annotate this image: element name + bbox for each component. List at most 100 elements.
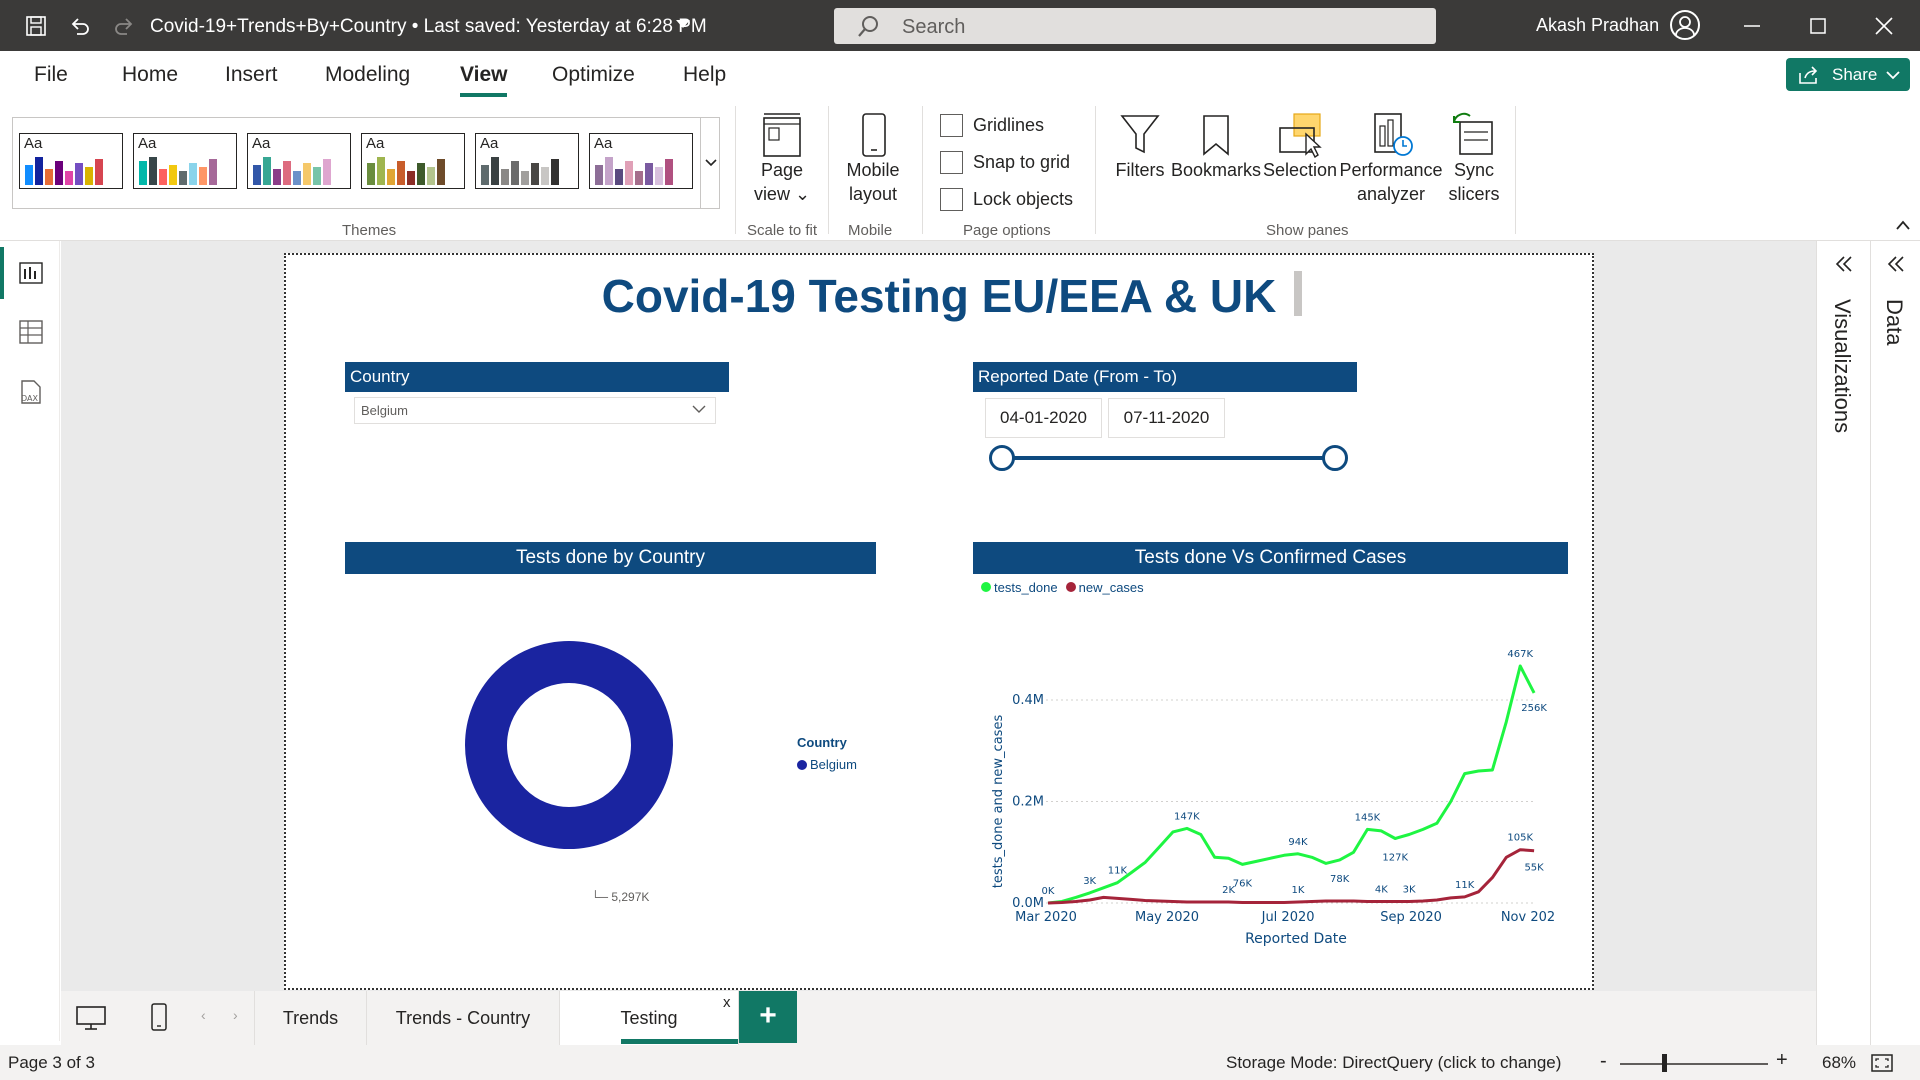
ribbon: Aa Aa Aa Aa Aa Aa Themes Page view ⌄ Sca… [0, 100, 1920, 241]
performance-analyzer-button[interactable]: Performance analyzer [1338, 112, 1444, 206]
zoom-out-button[interactable]: - [1600, 1050, 1607, 1073]
tab-help[interactable]: Help [683, 63, 726, 87]
filters-label: Filters [1115, 160, 1165, 180]
page-options-group-label: Page options [963, 222, 1051, 239]
selection-button[interactable]: Selection [1262, 112, 1338, 182]
x-tick-label: Mar 2020 [1015, 910, 1077, 925]
data-label: 0K [1042, 886, 1055, 897]
legend-item-new-cases[interactable]: new_cases [1065, 580, 1144, 595]
legend-dot [981, 582, 991, 592]
data-label: 11K [1455, 880, 1475, 891]
zoom-slider-thumb[interactable] [1662, 1054, 1667, 1072]
data-pane-label: Data [1882, 299, 1907, 346]
search-placeholder: Search [902, 16, 966, 38]
tab-modeling[interactable]: Modeling [325, 63, 410, 87]
data-label: 256K [1521, 703, 1547, 714]
lock-objects-label: Lock objects [973, 189, 1074, 209]
sync-slicers-button[interactable]: Sync slicers [1444, 112, 1504, 206]
ribbon-divider [1515, 106, 1516, 234]
document-title[interactable]: Covid-19+Trends+By+Country • Last saved:… [150, 16, 707, 38]
country-dropdown[interactable]: Belgium [354, 397, 716, 424]
tab-view[interactable]: View [460, 63, 507, 87]
tab-optimize[interactable]: Optimize [552, 63, 635, 87]
mobile-layout-button[interactable]: Mobile layout [838, 112, 908, 206]
gridlines-checkbox[interactable]: Gridlines [940, 114, 1044, 137]
theme-thumb-text: Aa [480, 135, 499, 152]
save-icon[interactable] [22, 12, 50, 40]
fit-to-page-icon[interactable] [1870, 1053, 1894, 1073]
sync-slicers-label-2: slicers [1448, 184, 1500, 204]
search-input[interactable]: Search [834, 8, 1436, 44]
date-to-input[interactable]: 07-11-2020 [1108, 398, 1225, 438]
filters-button[interactable]: Filters [1110, 112, 1170, 182]
page-view-button[interactable]: Page view ⌄ [752, 112, 812, 206]
chevron-up-icon[interactable] [1895, 219, 1911, 231]
x-tick-label: May 2020 [1135, 910, 1199, 925]
add-page-button[interactable]: + [739, 991, 797, 1043]
report-view-icon[interactable] [16, 257, 46, 287]
theme-thumbnail[interactable]: Aa [133, 133, 237, 189]
snap-to-grid-checkbox[interactable]: Snap to grid [940, 151, 1070, 174]
mobile-layout-icon[interactable] [149, 1002, 169, 1032]
theme-thumbnail[interactable]: Aa [247, 133, 351, 189]
lock-objects-checkbox[interactable]: Lock objects [940, 188, 1073, 211]
zoom-in-button[interactable]: + [1776, 1049, 1788, 1072]
scroll-left-icon[interactable]: ‹ [201, 1007, 206, 1023]
dax-query-view-icon[interactable]: DAX [16, 377, 46, 407]
bookmarks-button[interactable]: Bookmarks [1170, 112, 1262, 182]
scroll-right-icon[interactable]: › [233, 1007, 238, 1023]
chevron-double-left-icon[interactable] [1885, 255, 1907, 273]
page-tab-trends-country[interactable]: Trends - Country [367, 991, 560, 1045]
active-view-indicator [0, 247, 4, 299]
active-page-indicator [621, 1039, 738, 1044]
chevron-double-left-icon[interactable] [1833, 255, 1855, 273]
themes-more-button[interactable] [700, 118, 720, 208]
tab-home[interactable]: Home [122, 63, 178, 87]
maximize-icon[interactable] [1806, 14, 1830, 38]
theme-thumbnail[interactable]: Aa [589, 133, 693, 189]
sync-slicers-icon [1453, 112, 1493, 155]
y-axis-title: tests_done and new_cases [991, 715, 1006, 889]
date-range-slider[interactable] [1002, 456, 1336, 460]
redo-icon[interactable] [110, 12, 138, 40]
legend-item-tests-done[interactable]: tests_done [981, 580, 1058, 595]
visualizations-pane[interactable]: Visualizations [1816, 241, 1870, 1080]
share-button[interactable]: Share [1786, 58, 1910, 91]
title-bar: Covid-19+Trends+By+Country • Last saved:… [0, 0, 1920, 51]
table-view-icon[interactable] [16, 317, 46, 347]
data-pane[interactable]: Data [1870, 241, 1920, 1080]
tab-insert[interactable]: Insert [225, 63, 278, 87]
report-title[interactable]: Covid-19 Testing EU/EEA & UK [286, 269, 1592, 323]
data-label: 145K [1355, 812, 1381, 823]
theme-thumbnail[interactable]: Aa [19, 133, 123, 189]
slider-handle-start[interactable] [989, 445, 1015, 471]
donut-chart[interactable] [439, 615, 699, 875]
date-from-input[interactable]: 04-01-2020 [985, 398, 1102, 438]
status-bar: Page 3 of 3 Storage Mode: DirectQuery (c… [0, 1045, 1920, 1080]
legend-item-belgium[interactable]: Belgium [797, 757, 857, 772]
tab-file[interactable]: File [34, 63, 68, 87]
theme-thumbnail[interactable]: Aa [361, 133, 465, 189]
close-icon[interactable] [1872, 14, 1896, 38]
storage-mode-link[interactable]: Storage Mode: DirectQuery (click to chan… [1226, 1053, 1561, 1073]
desktop-layout-icon[interactable] [75, 1005, 107, 1031]
gridlines-label: Gridlines [973, 115, 1045, 135]
undo-icon[interactable] [66, 12, 94, 40]
slider-handle-end[interactable] [1322, 445, 1348, 471]
minimize-icon[interactable] [1740, 14, 1764, 38]
themes-gallery: Aa Aa Aa Aa Aa Aa [12, 117, 720, 209]
data-label: 467K [1507, 649, 1533, 660]
mobile-layout-label-1: Mobile [846, 160, 900, 180]
selection-label: Selection [1262, 160, 1338, 180]
theme-thumbnail[interactable]: Aa [475, 133, 579, 189]
avatar-icon[interactable] [1670, 10, 1700, 40]
line-chart[interactable]: 0.0M 0.2M 0.4M Mar 2020 May 2020 Jul 2020 Sep … [976, 610, 1556, 960]
page-tab-trends[interactable]: Trends [254, 991, 367, 1045]
close-tab-icon[interactable]: x [723, 994, 731, 1011]
report-page: Covid-19 Testing EU/EEA & UK Country Bel… [284, 253, 1594, 990]
zoom-slider[interactable] [1620, 1063, 1768, 1065]
page-tab-testing[interactable]: Testing [560, 991, 739, 1045]
chevron-down-icon [692, 405, 706, 413]
date-slicer-header: Reported Date (From - To) [973, 362, 1357, 392]
chevron-down-icon[interactable] [676, 20, 690, 28]
